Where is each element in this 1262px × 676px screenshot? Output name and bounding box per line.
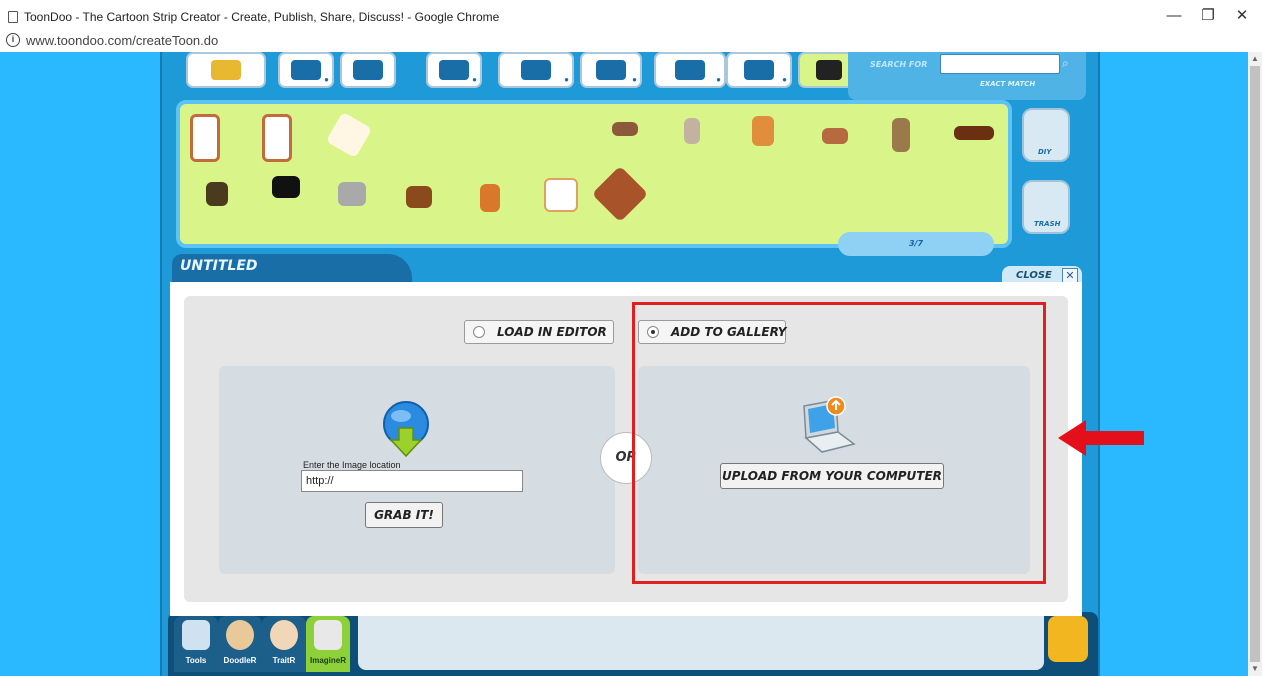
grab-from-url-panel: Enter the Image location GRAB IT! <box>219 366 615 574</box>
props-icon <box>439 60 469 80</box>
sticker-clip[interactable] <box>544 178 578 212</box>
tools-label: Tools <box>185 656 207 665</box>
special-icon <box>596 60 626 80</box>
load-in-editor-label: LOAD IN EDITOR <box>497 325 607 339</box>
page-scrollbar[interactable]: ▲ ▼ <box>1248 52 1262 676</box>
scrollbar-thumb[interactable] <box>1250 66 1260 662</box>
scenes-icon <box>353 60 383 80</box>
minimize-button[interactable]: — <box>1156 4 1192 28</box>
pattern-clip[interactable] <box>591 165 649 223</box>
special-tab[interactable]: ● <box>580 52 642 88</box>
traitr-label: TraitR <box>272 656 296 665</box>
info-icon[interactable]: i <box>6 33 20 47</box>
browser-title-bar: ToonDoo - The Cartoon Strip Creator - Cr… <box>0 0 1262 32</box>
bar-clip[interactable] <box>612 122 638 136</box>
animal-clip[interactable] <box>822 128 848 144</box>
bear-clip[interactable] <box>272 176 300 198</box>
load-in-editor-radio[interactable] <box>473 326 485 338</box>
imaginer-tab[interactable]: ImagineR <box>306 616 350 672</box>
imagine-tab[interactable]: ● <box>726 52 792 88</box>
canvas-title: UNTITLED <box>180 258 258 274</box>
scenes-tab[interactable] <box>340 52 396 88</box>
page-indicator: 3/7 <box>908 239 924 248</box>
face-icon <box>270 620 298 650</box>
annotation-arrow-icon <box>1058 420 1144 456</box>
dog-clip[interactable] <box>406 186 432 208</box>
page-icon <box>8 11 18 23</box>
window-title: ToonDoo - The Cartoon Strip Creator - Cr… <box>24 10 500 24</box>
restore-button[interactable]: ❐ <box>1190 4 1226 28</box>
paper-clip[interactable] <box>325 111 373 159</box>
characters-tab[interactable]: ● <box>278 52 334 88</box>
traitr-tab[interactable]: TraitR <box>262 616 306 672</box>
person-clip[interactable] <box>752 116 774 146</box>
tools-icon <box>182 620 210 650</box>
grab-it-button[interactable]: GRAB IT! <box>365 502 443 528</box>
diy-button[interactable]: DIY <box>1022 108 1070 162</box>
doodler-label: DoodleR <box>223 656 257 665</box>
figure-clip[interactable] <box>684 118 700 144</box>
image-location-label: Enter the Image location <box>303 460 401 470</box>
characters-icon <box>291 60 321 80</box>
globe-download-icon <box>383 401 429 458</box>
diy-label: DIY <box>1038 148 1052 156</box>
imagine-icon <box>744 60 774 80</box>
cat-clip[interactable] <box>338 182 366 206</box>
frame-clip[interactable] <box>190 114 220 162</box>
horse-clip[interactable] <box>954 126 994 140</box>
props-tab[interactable]: ● <box>426 52 482 88</box>
palette-icon <box>226 620 254 650</box>
search-area: SEARCH FOR ⌕ EXACT MATCH <box>848 52 1086 100</box>
trash-label: TRASH <box>1034 220 1061 228</box>
character-clip[interactable] <box>892 118 910 152</box>
trash-button[interactable]: TRASH <box>1022 180 1070 234</box>
scroll-up-arrow-icon[interactable]: ▲ <box>1250 54 1260 63</box>
start-here-tab[interactable] <box>186 52 266 88</box>
address-bar[interactable]: i www.toondoo.com/createToon.do <box>0 30 1262 52</box>
speech-tab[interactable]: ● <box>498 52 574 88</box>
my-stuff-icon <box>816 60 842 80</box>
page-viewport: ● ● ● ● ● ● SEARCH FOR ⌕ EXACT MATCH DIY… <box>0 52 1248 676</box>
camera-icon <box>314 620 342 650</box>
exact-match-checkbox[interactable]: EXACT MATCH <box>980 80 1035 88</box>
star-icon <box>675 60 705 80</box>
clipart-pager[interactable]: 3/7 <box>838 232 994 256</box>
frame-clip[interactable] <box>262 114 292 162</box>
tools-tab[interactable]: Tools <box>174 616 218 672</box>
clipart-panel <box>176 100 1012 248</box>
url-text[interactable]: www.toondoo.com/createToon.do <box>26 33 218 48</box>
load-in-editor-option[interactable]: LOAD IN EDITOR <box>464 320 614 344</box>
close-window-button[interactable]: ✕ <box>1224 4 1260 28</box>
hedgehog-clip[interactable] <box>206 182 228 206</box>
annotation-highlight-box <box>632 302 1046 584</box>
lock-icon[interactable] <box>1048 616 1088 662</box>
doodler-tab[interactable]: DoodleR <box>218 616 262 672</box>
search-icon[interactable]: ⌕ <box>1062 56 1069 71</box>
image-url-input[interactable] <box>301 470 523 492</box>
imaginer-label: ImagineR <box>309 656 346 665</box>
search-label: SEARCH FOR <box>870 60 928 69</box>
scroll-down-arrow-icon[interactable]: ▼ <box>1250 664 1260 673</box>
start-here-icon <box>211 60 241 80</box>
close-label: CLOSE <box>1016 270 1052 281</box>
favorites-tab[interactable]: ● <box>654 52 726 88</box>
search-input[interactable] <box>940 54 1060 74</box>
bottom-tool-bar: Tools DoodleR TraitR ImagineR <box>168 612 1098 676</box>
side-tools: DIY TRASH <box>1016 100 1080 250</box>
squirrel-clip[interactable] <box>480 184 500 212</box>
bottom-content-strip <box>358 614 1044 670</box>
speech-icon <box>521 60 551 80</box>
